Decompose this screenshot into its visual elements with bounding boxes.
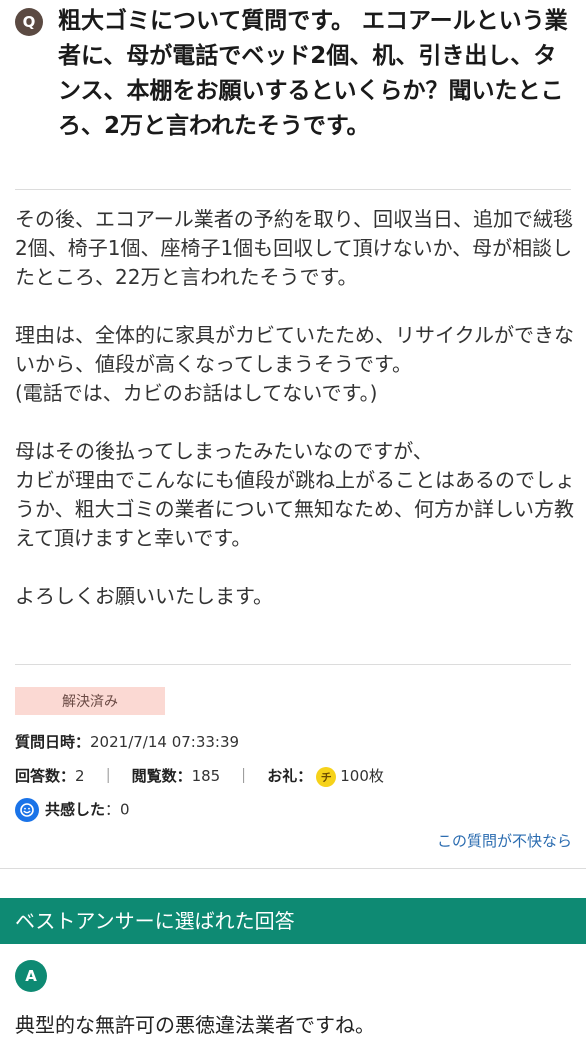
report-question-link[interactable]: この質問が不快なら <box>437 830 572 851</box>
question-body: その後、エコアール業者の予約を取り、回収当日、追加で絨毯2個、椅子1個、座椅子1… <box>15 207 575 608</box>
answers-label: 回答数： <box>15 767 76 785</box>
reward-label: お礼： <box>267 767 313 785</box>
status-badge: 解決済み <box>15 687 165 715</box>
answers-count: 2 <box>75 767 85 785</box>
reward-value: 100枚 <box>340 767 384 785</box>
separator: ｜ <box>100 767 116 785</box>
empathy-button[interactable]: 共感した：0 <box>15 798 130 822</box>
divider <box>15 664 571 665</box>
date-value: 2021/7/14 07:33:39 <box>90 733 240 751</box>
question-title: 粗大ゴミについて質問です。 エコアールという業者に、母が電話でベッド2個、机、引… <box>58 8 568 139</box>
date-label: 質問日時： <box>15 733 91 751</box>
coin-icon: チ <box>316 766 337 787</box>
separator: ｜ <box>236 767 252 785</box>
smile-icon <box>15 798 39 822</box>
answer-badge: A <box>15 960 47 992</box>
views-label: 閲覧数： <box>131 767 192 785</box>
answer-text: 典型的な無許可の悪徳違法業者ですね。 <box>15 1013 375 1037</box>
question-stats: 回答数：2 ｜ 閲覧数：185 ｜ お礼：チ 100枚 <box>15 765 384 787</box>
divider <box>15 189 571 190</box>
best-answer-title: ベストアンサーに選ばれた回答 <box>15 909 295 933</box>
best-answer-header: ベストアンサーに選ばれた回答 <box>0 898 586 944</box>
divider <box>0 868 586 869</box>
empathy-label: 共感した <box>45 800 106 819</box>
question-badge: Q <box>15 8 43 36</box>
empathy-count: ：0 <box>105 800 130 819</box>
question-date: 質問日時：2021/7/14 07:33:39 <box>15 731 239 752</box>
views-count: 185 <box>191 767 221 785</box>
